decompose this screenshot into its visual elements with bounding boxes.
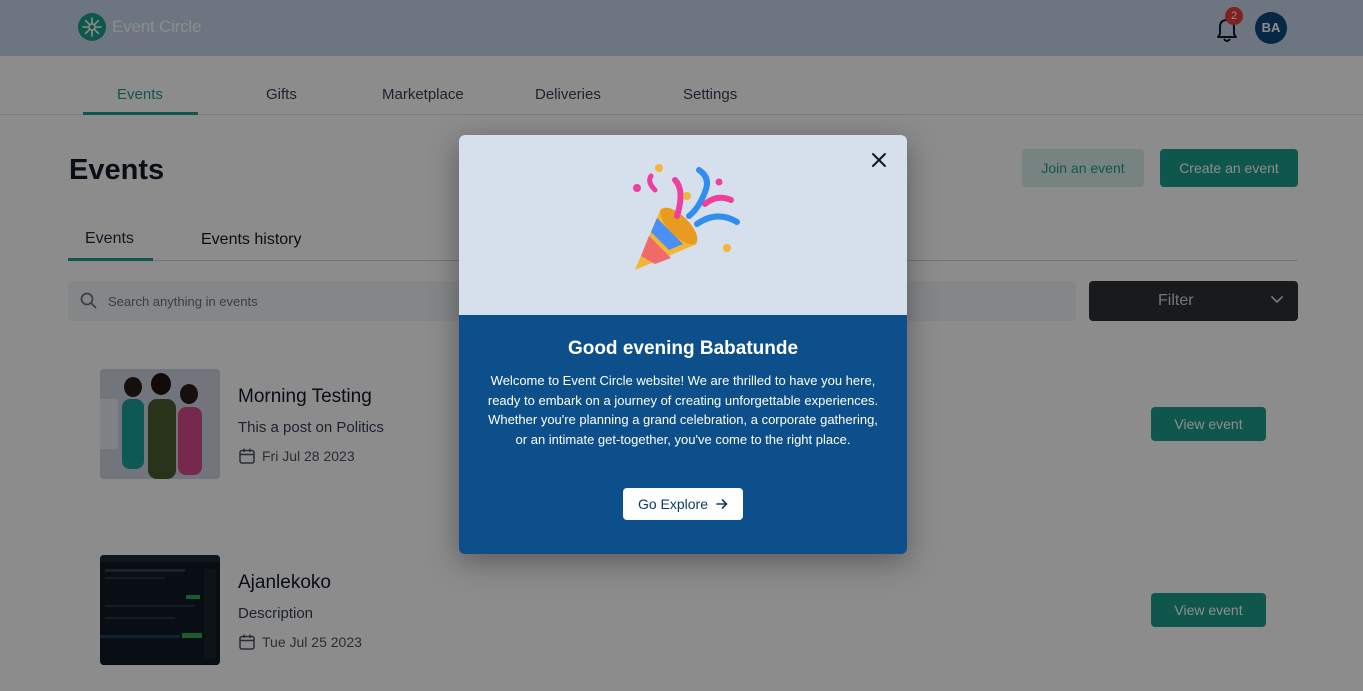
- close-icon[interactable]: [870, 151, 888, 169]
- party-popper-icon: [633, 164, 740, 270]
- modal-message: Welcome to Event Circle website! We are …: [487, 373, 879, 447]
- welcome-modal: Good evening Babatunde Welcome to Event …: [459, 135, 907, 554]
- go-explore-button[interactable]: Go Explore: [623, 488, 743, 520]
- go-explore-label: Go Explore: [637, 496, 709, 512]
- arrow-right-icon: [716, 499, 728, 509]
- modal-title: Good evening Babatunde: [567, 338, 799, 359]
